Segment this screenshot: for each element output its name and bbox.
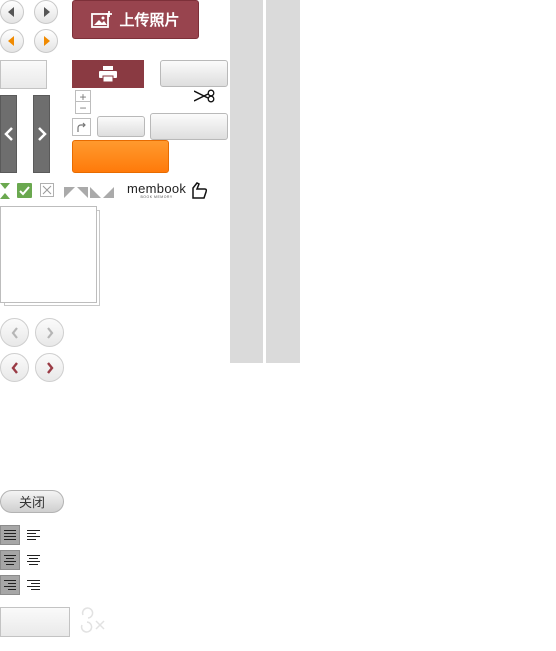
corner-triangle-icons (64, 187, 114, 198)
printer-icon (99, 66, 117, 82)
large-next-button-active[interactable] (35, 353, 64, 382)
align-center-icon (4, 555, 16, 565)
align-right-active[interactable] (0, 575, 20, 595)
large-prev-button-active[interactable] (0, 353, 29, 382)
close-button[interactable]: 关闭 (0, 490, 64, 513)
scissors-icon (193, 89, 215, 103)
align-left-icon (26, 530, 40, 540)
wide-gray-button[interactable] (150, 113, 228, 140)
chevron-left-icon (8, 7, 14, 17)
membook-logo: membook BOOK MEMORY (127, 182, 208, 199)
chevron-right-icon (44, 7, 50, 17)
align-center-icon (26, 555, 40, 565)
column-strip-2 (266, 0, 300, 363)
checkbox-unchecked[interactable] (40, 183, 54, 197)
upload-photo-label: 上传照片 (119, 12, 180, 29)
corner-marks (64, 185, 114, 203)
print-button[interactable] (72, 60, 144, 88)
minus-icon: − (79, 100, 87, 115)
small-gray-button[interactable] (97, 116, 145, 137)
redo-icon (77, 122, 86, 132)
chevron-right-icon (44, 36, 50, 46)
next-button-active[interactable] (34, 29, 58, 53)
brand-name: membook (127, 181, 187, 196)
align-right-button[interactable] (23, 575, 43, 595)
blank-input-box[interactable] (0, 607, 70, 637)
collapse-toggle[interactable] (0, 183, 10, 204)
close-label: 关闭 (18, 495, 45, 510)
rotate-clear-icons (80, 607, 105, 633)
align-center-active[interactable] (0, 550, 20, 570)
redo-button[interactable] (72, 118, 91, 136)
book-hand-icon (192, 182, 208, 199)
chevron-right-icon (37, 127, 47, 141)
chevron-left-icon (10, 361, 18, 374)
next-button[interactable] (34, 0, 58, 24)
cut-button[interactable] (193, 89, 216, 108)
prev-button[interactable] (0, 0, 24, 24)
hourglass-icon (0, 183, 10, 199)
align-center-button[interactable] (23, 550, 43, 570)
page-prev-button[interactable] (0, 95, 17, 173)
align-left-icon (4, 530, 16, 540)
align-left-button[interactable] (23, 525, 43, 545)
page-next-button[interactable] (33, 95, 50, 173)
gray-button[interactable] (160, 60, 228, 87)
align-right-icon (4, 580, 16, 590)
faint-icons (79, 603, 109, 638)
chevron-right-icon (46, 361, 54, 374)
photo-frame[interactable] (0, 206, 97, 303)
column-strip-1 (230, 0, 263, 363)
chevron-left-icon (8, 36, 14, 46)
chevron-right-icon (46, 326, 53, 339)
orange-action-button[interactable] (72, 140, 169, 173)
large-next-button[interactable] (35, 318, 64, 347)
align-right-icon (26, 580, 40, 590)
blank-button[interactable] (0, 60, 47, 89)
large-prev-button[interactable] (0, 318, 29, 347)
chevron-left-icon (11, 326, 18, 339)
zoom-out-button[interactable]: − (75, 101, 91, 114)
check-icon (19, 185, 30, 195)
checkbox-checked[interactable] (17, 183, 32, 198)
x-icon (42, 185, 52, 195)
align-left-active[interactable] (0, 525, 20, 545)
prev-button-active[interactable] (0, 29, 24, 53)
image-add-icon (91, 10, 113, 28)
upload-photo-button[interactable]: 上传照片 (72, 0, 199, 39)
chevron-left-icon (3, 127, 13, 141)
